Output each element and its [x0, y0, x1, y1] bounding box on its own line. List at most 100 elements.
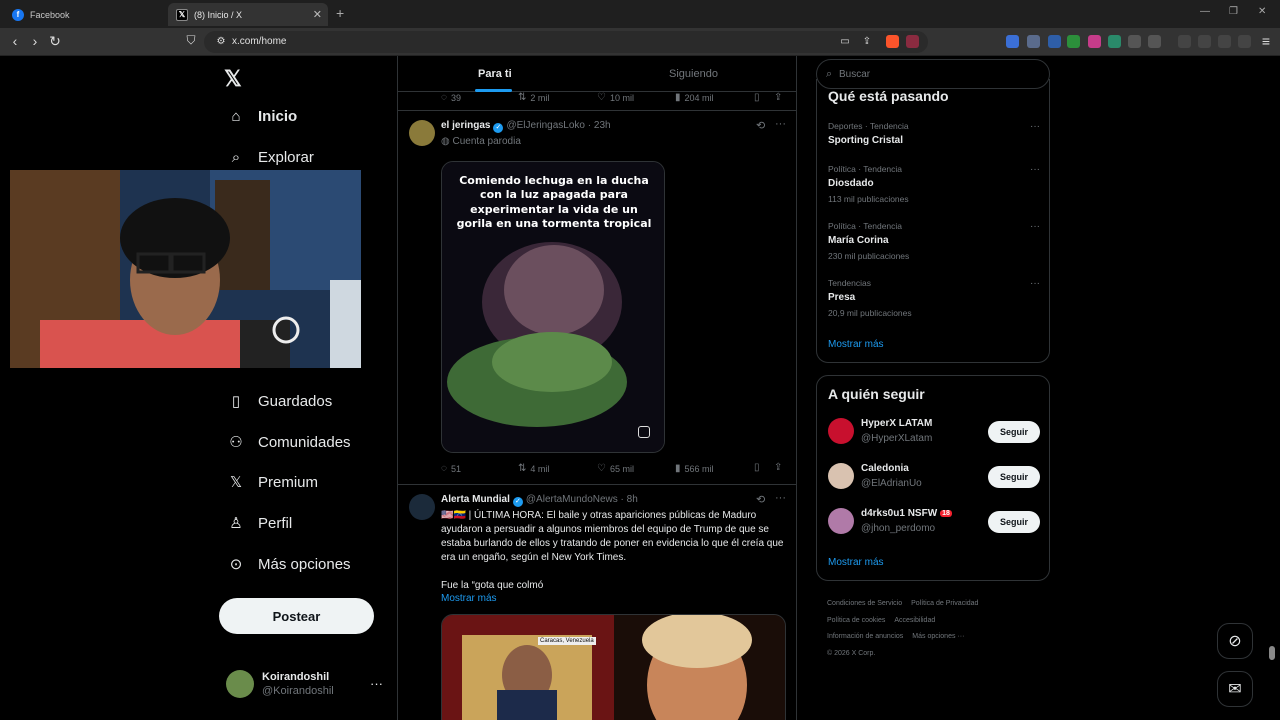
tweet-time[interactable]: 23h — [594, 120, 611, 131]
repost-button[interactable]: ⇅ 4 mil — [518, 463, 549, 474]
bookmark-button[interactable]: ▯ — [754, 92, 760, 103]
tab-para-ti[interactable]: Para ti — [478, 68, 512, 80]
author-name[interactable]: Alerta Mundial — [441, 494, 510, 505]
extensions-puzzle-icon[interactable] — [1128, 35, 1141, 48]
extension-icon[interactable] — [1048, 35, 1061, 48]
views-button[interactable]: ▮ 204 mil — [675, 92, 714, 103]
footer-link[interactable]: Accesibilidad — [894, 617, 935, 624]
views-button[interactable]: ▮ 566 mil — [675, 463, 714, 474]
tab-siguiendo[interactable]: Siguiendo — [669, 68, 718, 80]
follow-suggestion[interactable]: d4rks0u1 NSFW 18 @jhon_perdomo Seguir — [828, 506, 1040, 538]
tab-facebook[interactable]: f Facebook — [4, 3, 164, 26]
author-name[interactable]: el jeringas — [441, 120, 490, 131]
trend-item[interactable]: Política · Tendencia María Corina 230 mi… — [828, 221, 1040, 261]
vpn-icon[interactable] — [1238, 35, 1251, 48]
avatar[interactable] — [409, 120, 435, 146]
nav-item-perfil[interactable]: ♙ Perfil — [226, 513, 292, 533]
more-icon[interactable]: ··· — [370, 676, 383, 691]
share-icon[interactable]: ⇪ — [858, 36, 876, 47]
more-icon[interactable]: ··· — [775, 492, 786, 504]
trend-count: 20,9 mil publicaciones — [828, 308, 912, 318]
restore-icon[interactable]: ❐ — [1229, 6, 1238, 17]
grok-icon[interactable]: ⟲ — [756, 493, 765, 506]
nav-item-guardados[interactable]: ▯ Guardados — [226, 391, 332, 411]
close-tab-icon[interactable]: ✕ — [313, 8, 322, 21]
more-icon[interactable]: ··· — [1030, 221, 1040, 232]
post-button[interactable]: Postear — [219, 598, 374, 634]
nav-item-premium[interactable]: 𝕏 Premium — [226, 472, 318, 492]
footer-link[interactable]: Política de cookies — [827, 617, 885, 624]
trend-item[interactable]: Política · Tendencia Diosdado 113 mil pu… — [828, 164, 1040, 204]
extension-icon[interactable] — [1027, 35, 1040, 48]
sidebar-toggle-icon[interactable] — [1178, 35, 1191, 48]
reply-button[interactable]: ◌ 51 — [441, 463, 461, 474]
messages-button[interactable]: ✉ — [1217, 671, 1253, 707]
nav-item-explorar[interactable]: ⌕ Explorar — [226, 147, 314, 167]
wallet-icon[interactable] — [1198, 35, 1211, 48]
reload-icon[interactable]: ↻ — [46, 33, 64, 50]
repost-button[interactable]: ⇅ 2 mil — [518, 92, 549, 103]
account-switcher[interactable]: Koirandoshil @Koirandoshil — [226, 670, 334, 698]
scrollbar[interactable] — [1267, 56, 1277, 720]
scroll-thumb[interactable] — [1269, 646, 1275, 660]
brave-shield-icon[interactable] — [886, 35, 899, 48]
grok-icon[interactable]: ⟲ — [756, 119, 765, 132]
brave-rewards-icon[interactable] — [906, 35, 919, 48]
author-handle[interactable]: @AlertaMundoNews — [526, 494, 618, 505]
mask-icon: ◍ — [441, 136, 450, 147]
extension-icon[interactable] — [1088, 35, 1101, 48]
avatar[interactable] — [409, 494, 435, 520]
show-more-link[interactable]: Mostrar más — [441, 593, 497, 604]
nav-item-inicio[interactable]: ⌂ Inicio — [226, 106, 297, 126]
back-icon[interactable]: ‹ — [6, 33, 24, 49]
tweet-media[interactable]: Comiendo lechuga en la ducha con la luz … — [441, 161, 665, 453]
footer-link[interactable]: Más opciones ··· — [912, 633, 964, 640]
menu-icon[interactable]: ≡ — [1257, 33, 1275, 49]
translate-extension-icon[interactable] — [1006, 35, 1019, 48]
bookmark-page-icon[interactable]: ⛉ — [182, 33, 200, 48]
more-icon[interactable]: ··· — [1030, 164, 1040, 175]
address-bar[interactable]: x.com/home — [204, 31, 928, 53]
more-icon[interactable]: ··· — [775, 118, 786, 130]
cast-icon[interactable]: ▭ — [836, 36, 854, 47]
extension-icon[interactable] — [1148, 35, 1161, 48]
footer-link[interactable]: Información de anuncios — [827, 633, 903, 640]
minimize-icon[interactable]: — — [1200, 6, 1210, 17]
follow-button[interactable]: Seguir — [988, 421, 1040, 443]
reply-button[interactable]: ◌ 39 — [441, 92, 461, 103]
trend-item[interactable]: Deportes · Tendencia Sporting Cristal ··… — [828, 121, 1040, 146]
forward-icon[interactable]: › — [26, 33, 44, 49]
bookmark-button[interactable]: ▯ — [754, 462, 760, 473]
gif-icon[interactable] — [638, 426, 650, 438]
show-more-follow-link[interactable]: Mostrar más — [828, 557, 884, 568]
tweet-time[interactable]: 8h — [627, 494, 638, 505]
like-button[interactable]: ♡ 65 mil — [597, 463, 634, 474]
nav-item-comunidades[interactable]: ⚇ Comunidades — [226, 432, 350, 452]
x-logo-icon[interactable]: 𝕏 — [224, 66, 242, 92]
tweet-media[interactable]: Caracas, Venezuela — [441, 614, 786, 720]
author-handle[interactable]: @ElJeringasLoko — [506, 120, 585, 131]
trend-item[interactable]: Tendencias Presa 20,9 mil publicaciones … — [828, 278, 1040, 318]
footer-link[interactable]: Política de Privacidad — [911, 600, 978, 607]
follow-suggestion[interactable]: Caledonia @ElAdrianUo Seguir — [828, 461, 1040, 493]
tab-x-home[interactable]: 𝕏 (8) Inicio / X ✕ — [168, 3, 328, 26]
extension-icon[interactable] — [1067, 35, 1080, 48]
grok-button[interactable]: ⊘ — [1217, 623, 1253, 659]
follow-button[interactable]: Seguir — [988, 466, 1040, 488]
leo-ai-icon[interactable] — [1218, 35, 1231, 48]
more-icon[interactable]: ··· — [1030, 121, 1040, 132]
bookmark-icon: ▯ — [754, 462, 760, 473]
extension-icon[interactable] — [1108, 35, 1121, 48]
close-window-icon[interactable]: ✕ — [1258, 6, 1266, 17]
share-button[interactable]: ⇪ — [774, 462, 782, 473]
new-tab-button[interactable]: + — [336, 5, 344, 21]
nav-item-mas-opciones[interactable]: ⊙ Más opciones — [226, 554, 351, 574]
follow-button[interactable]: Seguir — [988, 511, 1040, 533]
like-button[interactable]: ♡ 10 mil — [597, 92, 634, 103]
site-settings-icon[interactable]: ⚙ — [212, 36, 230, 47]
footer-link[interactable]: Condiciones de Servicio — [827, 600, 902, 607]
share-button[interactable]: ⇪ — [774, 92, 782, 103]
show-more-trends-link[interactable]: Mostrar más — [828, 339, 884, 350]
more-icon[interactable]: ··· — [1030, 278, 1040, 289]
follow-suggestion[interactable]: HyperX LATAM @HyperXLatam Seguir — [828, 416, 1040, 448]
